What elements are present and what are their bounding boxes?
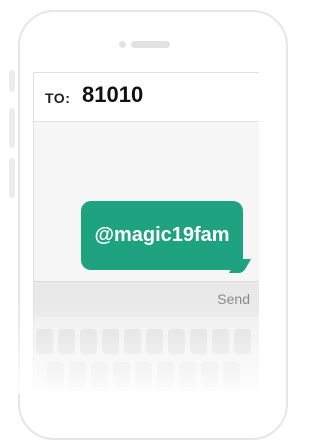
volume-up-button [9,108,15,148]
bottom-fade [0,300,259,394]
mute-switch [9,70,15,92]
camera-icon [119,41,126,48]
recipient-bar[interactable]: TO: 81010 [34,73,259,122]
volume-down-button [9,158,15,198]
message-bubble: @magic19fam [81,201,243,270]
to-label: TO: [45,90,71,106]
recipient-number[interactable]: 81010 [82,82,143,108]
message-text: @magic19fam [94,224,230,246]
speaker-icon [131,41,170,48]
